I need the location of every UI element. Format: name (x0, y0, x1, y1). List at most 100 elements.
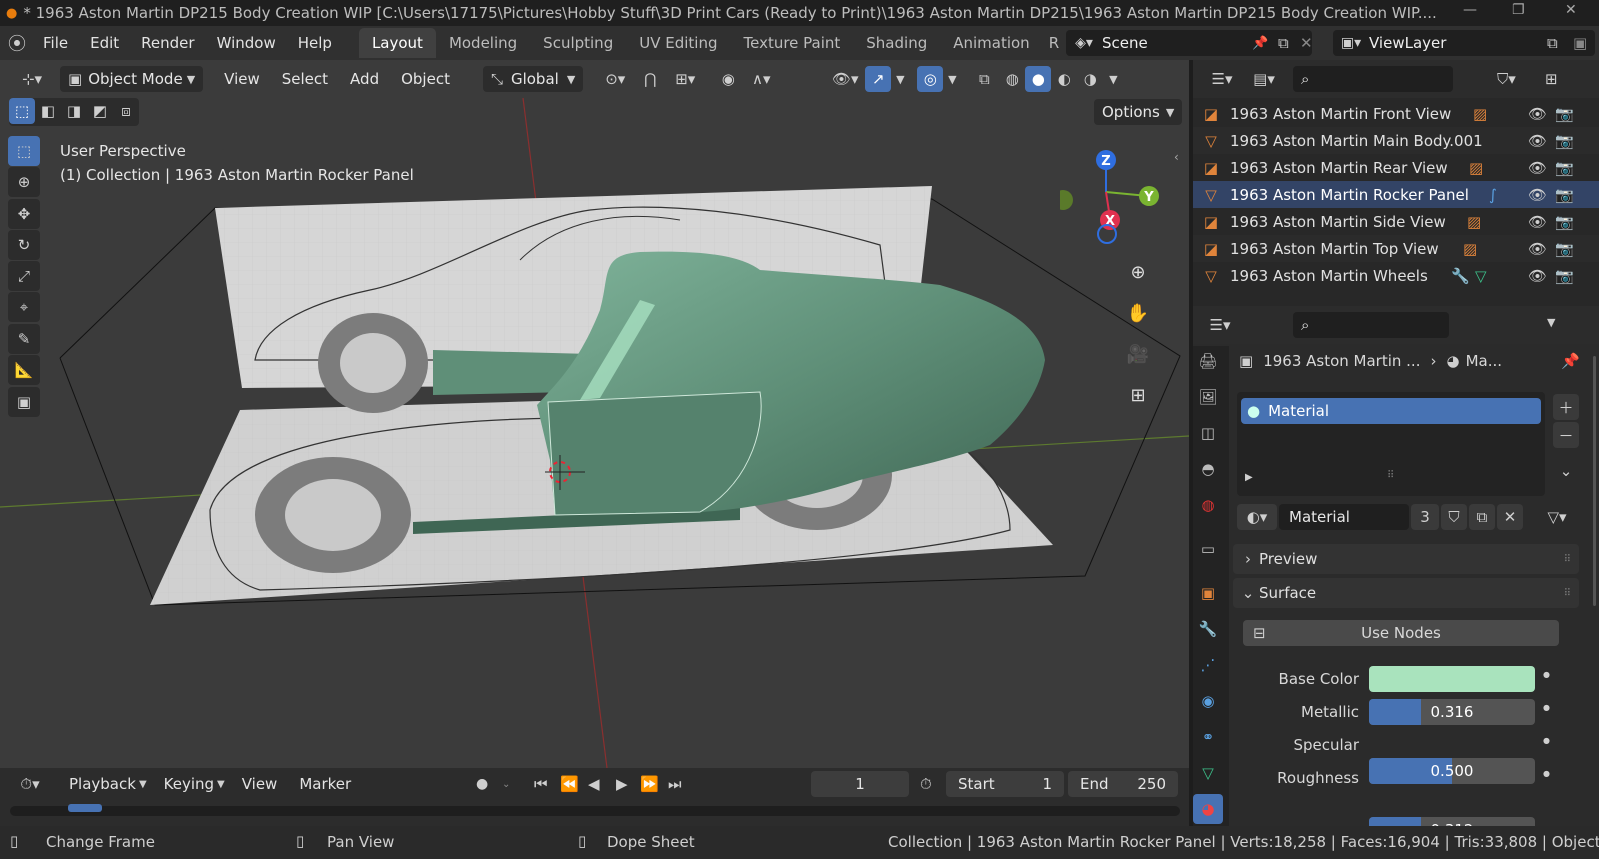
view-layer-tab-icon[interactable]: ◫ (1193, 418, 1223, 448)
solid-shading-icon[interactable]: ● (1025, 66, 1052, 92)
menu-render[interactable]: Render (130, 29, 205, 57)
snap-target-icon[interactable]: ⊞▾ (665, 70, 705, 88)
eye-icon[interactable]: 👁 (1528, 213, 1547, 231)
close-icon[interactable]: ✕ (1565, 2, 1577, 18)
link-mode-icon[interactable]: ▽▾ (1537, 504, 1577, 530)
restore-icon[interactable]: ❐ (1512, 2, 1525, 18)
eye-icon[interactable]: 👁 (1528, 132, 1547, 150)
remove-slot-button[interactable]: － (1553, 422, 1579, 448)
eye-icon[interactable]: 👁 (1528, 267, 1547, 285)
viewport-menu-select[interactable]: Select (271, 65, 339, 93)
scale-tool-icon[interactable]: ⤢ (8, 261, 40, 291)
keyframe-dot-icon[interactable]: ● (1543, 670, 1550, 679)
wireframe-shading-icon[interactable]: ◍ (999, 70, 1025, 88)
keyframe-dot-icon[interactable]: ● (1543, 703, 1550, 712)
camera-render-icon[interactable]: 📷 (1555, 159, 1574, 177)
overlays-toggle-icon[interactable]: ◎ (917, 66, 944, 92)
eye-icon[interactable]: 👁 (1528, 159, 1547, 177)
overlays-dropdown-icon[interactable]: ▼ (943, 73, 961, 86)
snap-icon[interactable]: ⋂ (635, 70, 665, 88)
gizmo-dropdown-icon[interactable]: ▼ (891, 73, 909, 86)
collapse-sidebar-icon[interactable]: ‹ (1174, 150, 1179, 164)
play-reverse-icon[interactable]: ◀ (588, 775, 600, 793)
camera-render-icon[interactable]: 📷 (1555, 186, 1574, 204)
new-collection-icon[interactable]: ⊞ (1545, 70, 1558, 88)
use-nodes-button[interactable]: ⊟ Use Nodes (1243, 620, 1559, 646)
particles-tab-icon[interactable]: ⋰ (1193, 650, 1223, 680)
user-count[interactable]: 3 (1411, 504, 1439, 530)
world-tab-icon[interactable]: ◍ (1193, 490, 1223, 520)
transform-orientation-selector[interactable]: ⤡ Global ▼ (482, 66, 584, 92)
rendered-shading-icon[interactable]: ◑ (1077, 70, 1103, 88)
tab-texture-paint[interactable]: Texture Paint (730, 28, 853, 58)
select-invert-icon[interactable]: ◩ (87, 98, 113, 124)
menu-file[interactable]: File (32, 29, 79, 57)
material-name-field[interactable]: Material (1279, 504, 1409, 530)
timeline-menu-keying[interactable]: Keying (153, 770, 225, 798)
play-icon[interactable]: ▶ (616, 775, 628, 793)
options-button[interactable]: Options ▼ (1094, 99, 1183, 125)
timeline-menu-playback[interactable]: Playback (58, 770, 147, 798)
transform-tool-icon[interactable]: ⌖ (8, 292, 40, 322)
pivot-point-icon[interactable]: ⊙▾ (595, 70, 635, 88)
outliner-item-active[interactable]: ▽ 1963 Aston Martin Rocker Panel ∫ 👁 📷 (1193, 181, 1599, 208)
material-slot-list[interactable]: ● Material ▶ ⠿ (1237, 392, 1545, 496)
camera-render-icon[interactable]: 📷 (1555, 105, 1574, 123)
current-frame-field[interactable]: 1 (811, 771, 909, 797)
stopwatch-icon[interactable]: ⏱ (920, 775, 932, 793)
pan-hand-icon[interactable]: ✋ (1120, 295, 1156, 331)
drag-handle-icon[interactable]: ⠿ (1564, 554, 1571, 565)
mode-selector[interactable]: ▣ Object Mode ▼ (60, 66, 204, 92)
outliner-search-input[interactable]: ⌕ (1293, 66, 1453, 92)
physics-tab-icon[interactable]: ◉ (1193, 686, 1223, 716)
select-extend-icon[interactable]: ◧ (35, 98, 61, 124)
next-keyframe-icon[interactable]: ⏩ (640, 775, 659, 793)
outliner-item[interactable]: ▽ 1963 Aston Martin Main Body.001 👁 📷 (1193, 127, 1599, 154)
outliner-item[interactable]: ◪ 1963 Aston Martin Rear View ▨ 👁 📷 (1193, 154, 1599, 181)
unlink-material-icon[interactable]: ✕ (1497, 504, 1523, 530)
tab-animation[interactable]: Animation (940, 28, 1042, 58)
playhead[interactable] (68, 804, 102, 812)
new-viewlayer-icon[interactable]: ⧉ (1547, 34, 1558, 52)
navigation-gizmo[interactable]: Z Y X (1060, 144, 1180, 254)
menu-edit[interactable]: Edit (79, 29, 130, 57)
properties-scrollbar[interactable] (1593, 356, 1596, 606)
prev-keyframe-icon[interactable]: ⏪ (560, 775, 579, 793)
preview-section-header[interactable]: › Preview ⠿ (1233, 544, 1579, 574)
tab-modeling[interactable]: Modeling (436, 28, 530, 58)
jump-end-icon[interactable]: ⏭ (668, 775, 682, 793)
tab-rendering[interactable]: R (1043, 28, 1065, 58)
falloff-icon[interactable]: ∧▾ (743, 70, 779, 88)
constraints-tab-icon[interactable]: ⚭ (1193, 722, 1223, 752)
jump-start-icon[interactable]: ⏮ (534, 775, 548, 793)
pin-icon[interactable]: 📌 (1252, 36, 1268, 51)
properties-search-input[interactable]: ⌕ (1293, 312, 1449, 338)
resize-grip-icon[interactable]: ⠿ (1387, 470, 1394, 481)
viewport-menu-add[interactable]: Add (339, 65, 390, 93)
camera-render-icon[interactable]: 📷 (1555, 132, 1574, 150)
viewlayer-selector[interactable]: ▣▾ ViewLayer ⧉ ▣ (1333, 30, 1595, 56)
browse-material-icon[interactable]: ◐▾ (1237, 504, 1277, 530)
filter-icon[interactable]: ⛉▾ (1497, 70, 1516, 88)
viewport-menu-object[interactable]: Object (390, 65, 461, 93)
delete-scene-icon[interactable]: ✕ (1300, 34, 1313, 52)
gizmo-toggle-icon[interactable]: ↗ (865, 66, 892, 92)
cursor-tool-icon[interactable]: ⊕ (8, 167, 40, 197)
properties-options-icon[interactable]: ▼ (1547, 316, 1555, 329)
editor-type-icon[interactable]: ⊹▾ (12, 66, 52, 92)
outliner-item[interactable]: ◪ 1963 Aston Martin Side View ▨ 👁 📷 (1193, 208, 1599, 235)
scene-selector[interactable]: ◈▾ Scene 📌 ⧉ ✕ (1066, 30, 1313, 56)
material-slot-row[interactable]: ● Material (1241, 398, 1541, 424)
measure-tool-icon[interactable]: 📐 (8, 355, 40, 385)
timeline-editor-type-icon[interactable]: ⏱▾ (10, 775, 50, 793)
zoom-icon[interactable]: ⊕ (1120, 254, 1156, 290)
select-new-icon[interactable]: ⬚ (9, 98, 35, 124)
display-mode-icon[interactable]: ▤▾ (1243, 70, 1285, 88)
select-box-tool-icon[interactable]: ⬚ (8, 136, 40, 166)
outliner-item[interactable]: ◪ 1963 Aston Martin Top View ▨ 👁 📷 (1193, 235, 1599, 262)
collection-tab-icon[interactable]: ▭ (1193, 534, 1223, 564)
rotate-tool-icon[interactable]: ↻ (8, 230, 40, 260)
select-subtract-icon[interactable]: ◨ (61, 98, 87, 124)
tab-layout[interactable]: Layout (358, 28, 436, 58)
data-tab-icon[interactable]: ▽ (1193, 758, 1223, 788)
